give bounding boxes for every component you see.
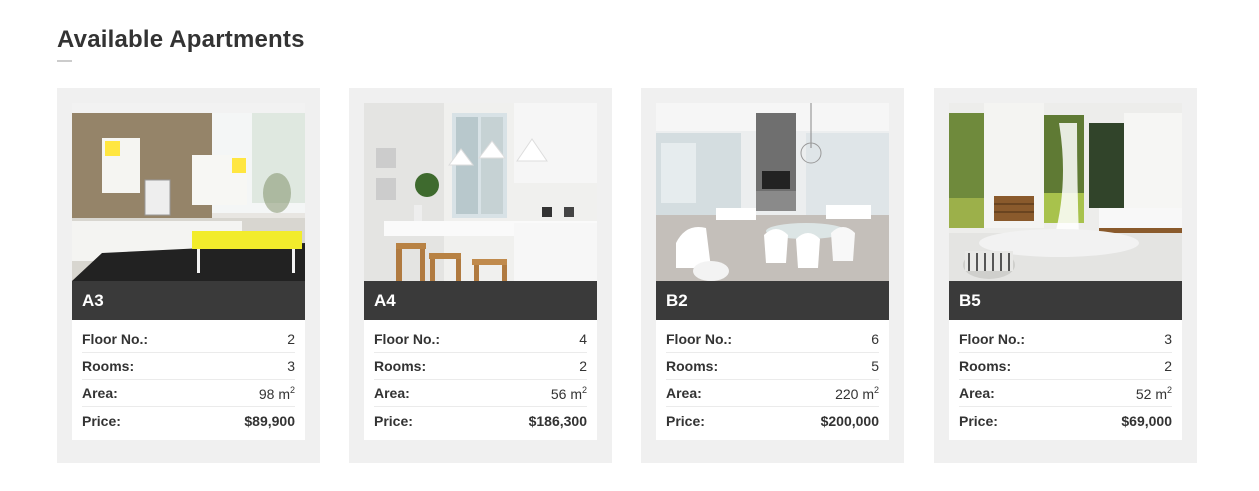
bedroom-photo[interactable] (949, 103, 1182, 281)
area-exponent: 2 (581, 384, 587, 395)
living-room-photo[interactable] (72, 103, 305, 281)
area-label: Area: (374, 385, 410, 401)
apartment-card-b5[interactable]: B5 Floor No.: 3 Rooms: 2 Area: 52 m2 Pri… (934, 88, 1197, 463)
rooms-value: 5 (871, 358, 879, 374)
price-value: $200,000 (820, 412, 879, 429)
page-title: Available Apartments (57, 26, 305, 53)
rooms-row: Rooms: 5 (666, 353, 879, 380)
floor-label: Floor No.: (959, 331, 1026, 347)
area-exponent: 2 (1166, 384, 1172, 395)
apartment-details: Floor No.: 4 Rooms: 2 Area: 56 m2 Price:… (364, 320, 597, 440)
price-label: Price: (374, 412, 413, 429)
rooms-label: Rooms: (666, 358, 719, 374)
floor-row: Floor No.: 3 (959, 326, 1172, 353)
area-label: Area: (666, 385, 702, 401)
area-row: Area: 98 m2 (82, 380, 295, 407)
price-row: Price: $89,900 (82, 407, 295, 434)
area-value: 220 m2 (835, 385, 879, 402)
apartment-details: Floor No.: 2 Rooms: 3 Area: 98 m2 Price:… (72, 320, 305, 440)
area-value: 98 m2 (259, 385, 295, 402)
area-unit: m (1155, 385, 1167, 402)
title-underline (57, 60, 72, 62)
rooms-row: Rooms: 2 (959, 353, 1172, 380)
apartment-name[interactable]: B2 (656, 281, 889, 320)
rooms-row: Rooms: 3 (82, 353, 295, 380)
rooms-value: 3 (287, 358, 295, 374)
floor-value: 6 (871, 331, 879, 347)
apartment-name[interactable]: B5 (949, 281, 1182, 320)
area-exponent: 2 (289, 384, 295, 395)
rooms-value: 2 (579, 358, 587, 374)
rooms-row: Rooms: 2 (374, 353, 587, 380)
rooms-label: Rooms: (374, 358, 427, 374)
area-number: 56 (550, 385, 567, 402)
floor-row: Floor No.: 2 (82, 326, 295, 353)
kitchen-photo[interactable] (364, 103, 597, 281)
floor-value: 3 (1164, 331, 1172, 347)
price-value: $89,900 (244, 412, 295, 429)
price-value: $186,300 (528, 412, 587, 429)
floor-label: Floor No.: (666, 331, 733, 347)
dining-room-photo[interactable] (656, 103, 889, 281)
price-label: Price: (82, 412, 121, 429)
rooms-label: Rooms: (959, 358, 1012, 374)
area-label: Area: (959, 385, 995, 401)
floor-label: Floor No.: (374, 331, 441, 347)
area-label: Area: (82, 385, 118, 401)
area-unit: m (862, 385, 874, 402)
floor-row: Floor No.: 4 (374, 326, 587, 353)
area-exponent: 2 (873, 384, 879, 395)
rooms-label: Rooms: (82, 358, 135, 374)
price-label: Price: (666, 412, 705, 429)
area-number: 52 (1135, 385, 1152, 402)
floor-value: 2 (287, 331, 295, 347)
area-unit: m (570, 385, 582, 402)
price-label: Price: (959, 412, 998, 429)
apartment-name[interactable]: A4 (364, 281, 597, 320)
area-value: 52 m2 (1136, 385, 1172, 402)
area-row: Area: 52 m2 (959, 380, 1172, 407)
apartment-card-a3[interactable]: A3 Floor No.: 2 Rooms: 3 Area: 98 m2 Pri… (57, 88, 320, 463)
area-row: Area: 220 m2 (666, 380, 879, 407)
apartment-card-a4[interactable]: A4 Floor No.: 4 Rooms: 2 Area: 56 m2 Pri… (349, 88, 612, 463)
apartment-card-b2[interactable]: B2 Floor No.: 6 Rooms: 5 Area: 220 m2 Pr… (641, 88, 904, 463)
floor-value: 4 (579, 331, 587, 347)
floor-row: Floor No.: 6 (666, 326, 879, 353)
floor-label: Floor No.: (82, 331, 149, 347)
apartment-details: Floor No.: 6 Rooms: 5 Area: 220 m2 Price… (656, 320, 889, 440)
price-row: Price: $200,000 (666, 407, 879, 434)
price-row: Price: $186,300 (374, 407, 587, 434)
area-number: 98 (258, 385, 275, 402)
rooms-value: 2 (1164, 358, 1172, 374)
price-value: $69,000 (1121, 412, 1172, 429)
area-row: Area: 56 m2 (374, 380, 587, 407)
area-unit: m (278, 385, 290, 402)
area-value: 56 m2 (551, 385, 587, 402)
area-number: 220 (835, 385, 859, 402)
price-row: Price: $69,000 (959, 407, 1172, 434)
apartment-name[interactable]: A3 (72, 281, 305, 320)
apartment-details: Floor No.: 3 Rooms: 2 Area: 52 m2 Price:… (949, 320, 1182, 440)
